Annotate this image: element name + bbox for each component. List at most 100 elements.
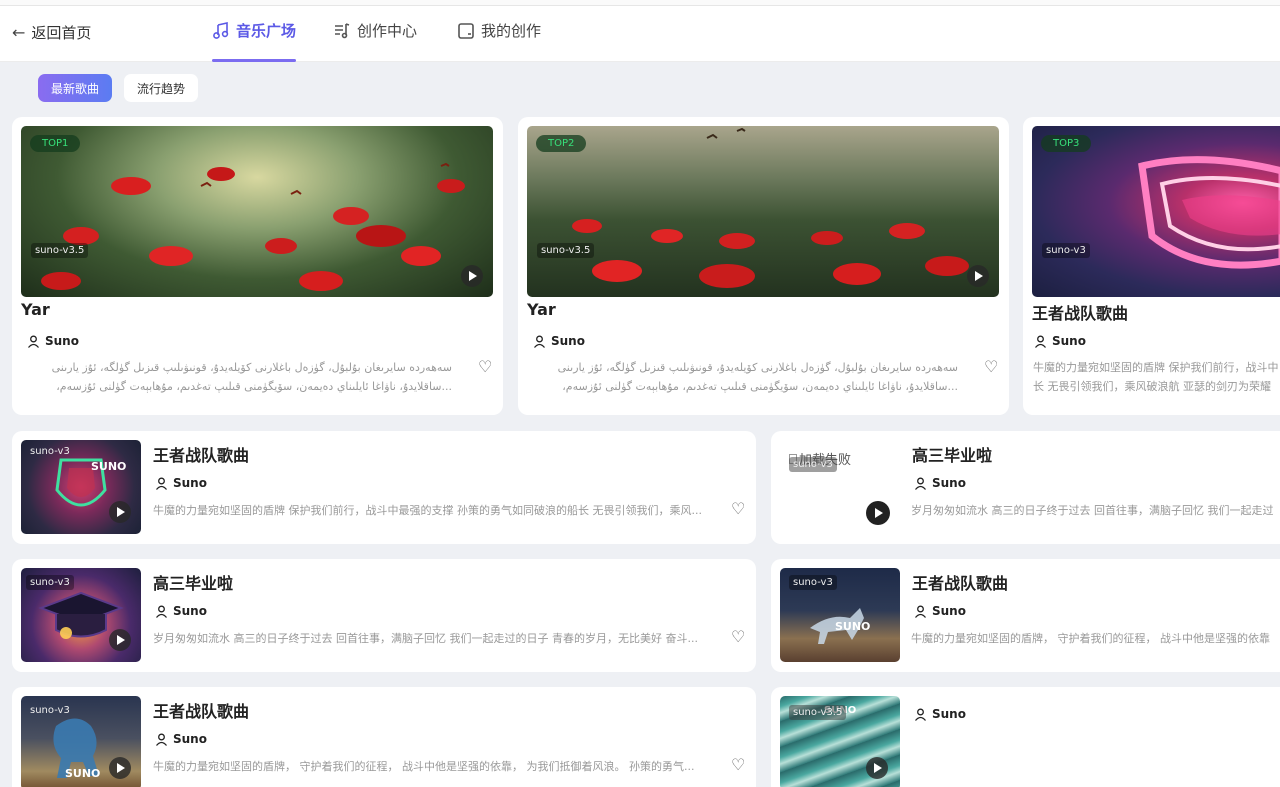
tab-my-creations[interactable]: 我的创作 [457,20,547,62]
model-version-label: suno-v3 [30,446,70,457]
description-line-2: 长 无畏引领我们，乘风破浪航 亚瑟的剑刃为荣耀 [1033,380,1271,393]
heart-icon[interactable]: ♡ [478,359,492,375]
song-description: 牛魔的力量宛如坚固的盾牌， 守护着我们的征程， 战斗中他是坚强的依靠， 为我们抵… [153,760,695,773]
song-description: 岁月匆匆如流水 高三的日子终于过去 回首往事，满脑子回忆 我们一起走过 [911,504,1274,517]
back-home-label: 返回首页 [31,24,92,42]
song-title: 王者战队歌曲 [153,446,250,465]
filter-trending-button[interactable]: 流行趋势 [124,74,198,102]
play-button[interactable] [967,265,989,287]
song-cover-image: SUNO suno-v3 [21,440,141,534]
heart-icon[interactable]: ♡ [984,359,998,375]
top-song-card[interactable]: TOP1 suno-v3.5 Yar Suno سەھەردە سايرىغان… [12,117,503,415]
play-button[interactable] [109,501,131,523]
top-song-card[interactable]: TOP3 suno-v3 王者战队歌曲 Suno 牛魔的力量宛如坚固的盾牌 保护… [1023,117,1280,415]
user-icon [156,477,167,490]
song-list-card[interactable]: SUNO suno-v3 王者战队歌曲 Suno 牛魔的力量宛如坚固的盾牌， 守… [12,687,756,787]
user-icon [156,605,167,618]
roses-illustration [41,162,465,291]
song-title: 王者战队歌曲 [153,702,250,721]
author-name: Suno [1052,334,1086,348]
author-name: Suno [45,334,79,348]
model-version-label: suno-v3.5 [537,243,595,258]
song-cover-image: SUNO suno-v3 [780,568,900,662]
tab-my-creations-label: 我的创作 [481,22,542,40]
song-cover-image: TOP2 suno-v3.5 [527,126,999,297]
model-version-label: suno-v3 [26,575,74,590]
user-icon [156,733,167,746]
song-description: 岁月匆匆如流水 高三的日子终于过去 回首往事，满脑子回忆 我们一起走过的日子 青… [153,632,698,645]
tab-music-square[interactable]: 音乐广场 [212,20,296,62]
song-cover-image: TOP3 suno-v3 [1032,126,1280,297]
play-button[interactable] [866,757,888,779]
user-icon [915,605,926,618]
model-version-label: suno-v3 [789,457,837,472]
author-row[interactable]: Suno [27,334,79,348]
author-row[interactable]: Suno [914,707,966,721]
author-row[interactable]: Suno [914,604,966,618]
rank-badge: TOP1 [30,135,81,152]
author-row[interactable]: Suno [533,334,585,348]
user-icon [534,335,545,348]
song-title: 王者战队歌曲 [1032,304,1129,323]
author-name: Suno [173,476,207,490]
song-list-card[interactable]: SUNO suno-v3.5 Suno [771,687,1280,787]
description-line-2: ...ساقلايدۇ، ناۋاغا ئايلىناي دەيمەن، سۆي… [56,380,452,393]
play-button[interactable] [461,265,483,287]
tab-creation-center-label: 创作中心 [357,22,418,40]
description-line-1: سەھەردە سايرىغان بۇلبۇل، گۈزەل باغلارنى … [51,361,452,374]
song-description: 牛魔的力量宛如坚固的盾牌 保护我们前行，战斗中最强的支撑 孙策的勇气如同破浪的船… [153,504,702,517]
description-line-1: 牛魔的力量宛如坚固的盾牌 保护我们前行，战斗中 [1033,361,1279,374]
heart-icon[interactable]: ♡ [731,629,745,645]
song-description: سەھەردە سايرىغان بۇلبۇل، گۈزەل باغلارنى … [528,358,958,398]
model-version-label: suno-v3 [30,705,70,716]
top-song-card[interactable]: TOP2 suno-v3.5 Yar Suno سەھەردە سايرىغان… [518,117,1009,415]
music-note-icon [213,22,229,39]
song-cover-image: suno-v3 [21,568,141,662]
song-cover-image: TOP1 suno-v3.5 [21,126,493,297]
header: ← 返回首页 音乐广场 创作中心 我的创作 [0,6,1280,62]
model-version-label: suno-v3 [789,575,837,590]
song-cover-image: SUNO suno-v3.5 [780,696,900,787]
play-button[interactable] [109,629,131,651]
cover-logo-text: SUNO [835,620,870,633]
heart-icon[interactable]: ♡ [731,501,745,517]
rank-badge: TOP2 [536,135,587,152]
author-row[interactable]: Suno [155,732,207,746]
author-row[interactable]: Suno [914,476,966,490]
song-description: 牛魔的力量宛如坚固的盾牌， 守护着我们的征程， 战斗中他是坚强的依靠 [911,632,1270,645]
tab-creation-center[interactable]: 创作中心 [333,20,423,62]
cover-logo-text: SUNO [65,767,100,780]
author-row[interactable]: Suno [1034,334,1086,348]
author-name: Suno [173,604,207,618]
rank-badge: TOP3 [1041,135,1092,152]
song-list-card[interactable]: SUNO suno-v3 王者战队歌曲 Suno 牛魔的力量宛如坚固的盾牌， 守… [771,559,1280,672]
song-title: 王者战队歌曲 [912,574,1009,593]
song-title: Yar [527,300,556,319]
song-list-card[interactable]: suno-v3 高三毕业啦 Suno 岁月匆匆如流水 高三的日子终于过去 回首往… [12,559,756,672]
user-icon [28,335,39,348]
song-description: سەھەردە سايرىغان بۇلبۇل، گۈزەل باغلارنى … [22,358,452,398]
back-home-button[interactable]: ← 返回首页 [12,22,91,43]
author-name: Suno [551,334,585,348]
model-version-label: suno-v3 [1042,243,1090,258]
author-name: Suno [932,707,966,721]
description-line-2: ...ساقلايدۇ، ناۋاغا ئايلىناي دەيمەن، سۆي… [562,380,958,393]
song-list-card[interactable]: 加载失败 suno-v3 高三毕业啦 Suno 岁月匆匆如流水 高三的日子终于过… [771,431,1280,544]
song-title: Yar [21,300,50,319]
roses-illustration [572,127,969,288]
author-row[interactable]: Suno [155,604,207,618]
play-button[interactable] [109,757,131,779]
heart-icon[interactable]: ♡ [731,757,745,773]
author-name: Suno [932,604,966,618]
cover-logo-text: SUNO [91,460,126,473]
tab-music-square-label: 音乐广场 [236,22,297,40]
playlist-icon [335,23,350,39]
play-button[interactable] [866,501,890,525]
model-version-label: suno-v3.5 [789,705,847,720]
description-line-1: سەھەردە سايرىغان بۇلبۇل، گۈزەل باغلارنى … [557,361,958,374]
user-icon [915,708,926,721]
song-list-card[interactable]: SUNO suno-v3 王者战队歌曲 Suno 牛魔的力量宛如坚固的盾牌 保护… [12,431,756,544]
filter-latest-button[interactable]: 最新歌曲 [38,74,112,102]
song-cover-image: 加载失败 suno-v3 [780,440,900,534]
author-row[interactable]: Suno [155,476,207,490]
